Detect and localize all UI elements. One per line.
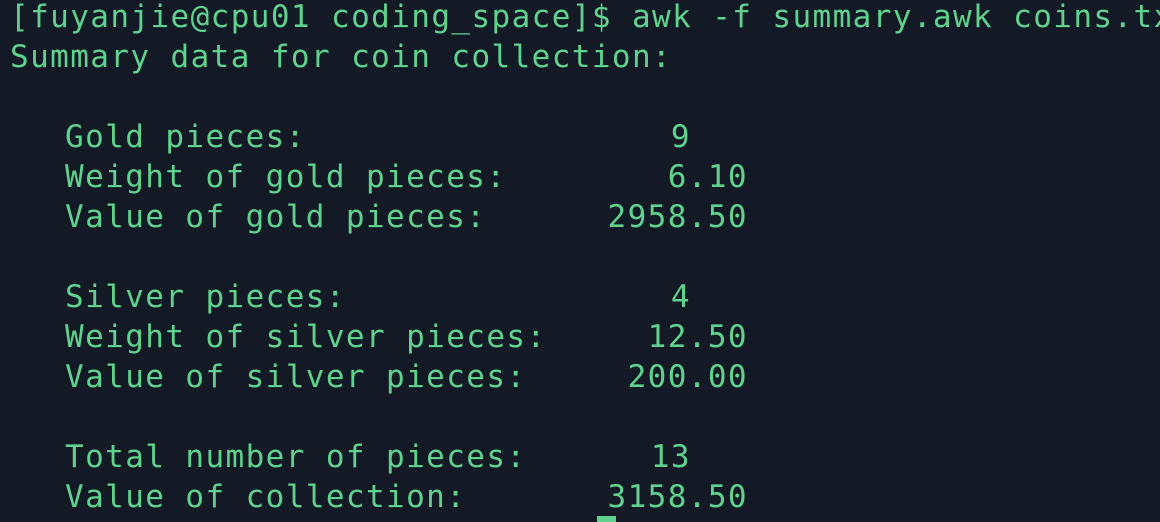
terminal-window[interactable]: [fuyanjie@cpu01 coding_space]$ awk -f su… xyxy=(0,0,1160,522)
gold-weight-value: 6.10 xyxy=(667,159,748,195)
gold-value-label: Value of gold pieces: xyxy=(65,199,487,235)
collection-value-value: 3158.50 xyxy=(607,479,748,515)
silver-weight-value: 12.50 xyxy=(647,319,748,355)
summary-header: Summary data for coin collection: xyxy=(10,39,673,75)
gold-pieces-value: 9 xyxy=(670,119,691,155)
total-pieces-value: 13 xyxy=(650,439,691,475)
silver-value-value: 200.00 xyxy=(627,359,748,395)
gold-weight-label: Weight of gold pieces: xyxy=(65,159,507,195)
gold-pieces-label: Gold pieces: xyxy=(65,119,306,155)
collection-value-label: Value of collection: xyxy=(65,479,467,515)
gold-value-value: 2958.50 xyxy=(607,199,748,235)
silver-pieces-label: Silver pieces: xyxy=(65,279,346,315)
command-prompt-line: [fuyanjie@cpu01 coding_space]$ awk -f su… xyxy=(10,0,1160,35)
silver-pieces-value: 4 xyxy=(670,279,691,315)
silver-value-label: Value of silver pieces: xyxy=(65,359,527,395)
text-cursor xyxy=(597,516,616,522)
silver-weight-label: Weight of silver pieces: xyxy=(65,319,547,355)
total-pieces-label: Total number of pieces: xyxy=(65,439,527,475)
